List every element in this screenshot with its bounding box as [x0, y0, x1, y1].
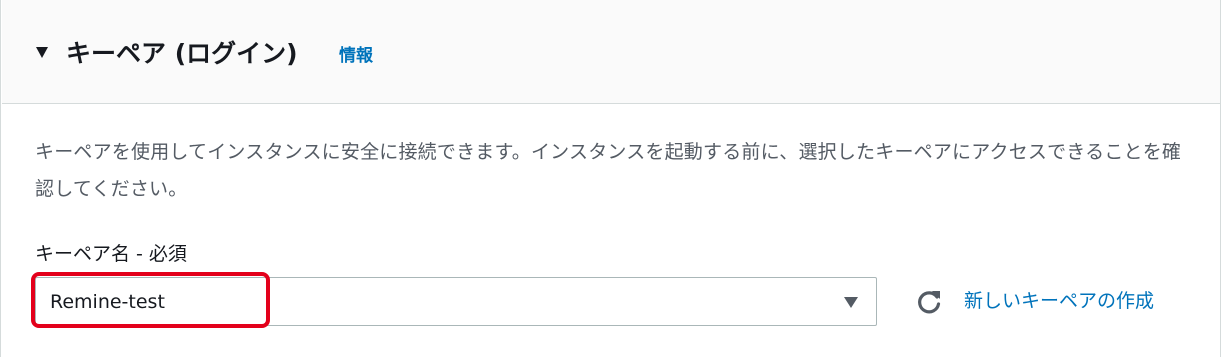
chevron-down-icon: [844, 297, 858, 308]
panel-header: キーペア (ログイン) 情報: [2, 0, 1220, 104]
panel-title[interactable]: キーペア (ログイン): [66, 36, 298, 72]
info-link[interactable]: 情報: [339, 43, 373, 69]
key-pair-name-label: キーペア名 - 必須: [35, 243, 187, 265]
refresh-icon[interactable]: [915, 288, 943, 316]
key-pair-select[interactable]: Remine-test: [35, 277, 877, 326]
section-description: キーペアを使用してインスタンスに安全に接続できます。インスタンスを起動する前に、…: [35, 141, 1182, 200]
create-key-pair-link[interactable]: 新しいキーペアの作成: [964, 287, 1154, 315]
key-pair-panel: キーペア (ログイン) 情報 キーペアを使用してインスタンスに安全に接続できます…: [0, 0, 1221, 357]
caret-down-icon[interactable]: [36, 47, 48, 58]
key-pair-select-value: Remine-test: [50, 291, 165, 313]
